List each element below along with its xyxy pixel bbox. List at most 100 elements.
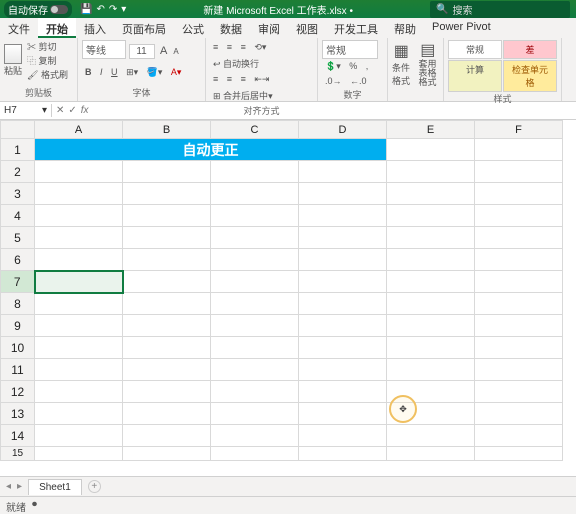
paste-icon bbox=[4, 44, 22, 64]
align-right-icon[interactable]: ≡ bbox=[238, 72, 249, 86]
row-header-9[interactable]: 9 bbox=[1, 315, 35, 337]
row-header-7[interactable]: 7 bbox=[1, 271, 35, 293]
dec-decimal-icon[interactable]: ←.0 bbox=[347, 74, 370, 88]
cell-reference: H7 bbox=[4, 105, 17, 116]
align-center-icon[interactable]: ≡ bbox=[224, 72, 235, 86]
accounting-icon[interactable]: 💲▾ bbox=[322, 59, 344, 74]
menu-formulas[interactable]: 公式 bbox=[174, 18, 212, 38]
menu-insert[interactable]: 插入 bbox=[76, 18, 114, 38]
col-header-E[interactable]: E bbox=[387, 121, 475, 139]
italic-button[interactable]: I bbox=[97, 65, 106, 79]
increase-font-icon[interactable]: A bbox=[157, 43, 170, 59]
cell-E1[interactable] bbox=[387, 139, 475, 161]
cell-F1[interactable] bbox=[475, 139, 563, 161]
sheet-nav-prev-icon[interactable]: ◂ bbox=[6, 481, 11, 492]
col-header-F[interactable]: F bbox=[475, 121, 563, 139]
conditional-format-button[interactable]: ▦条件格式 bbox=[392, 41, 411, 87]
inc-decimal-icon[interactable]: .0→ bbox=[322, 74, 345, 88]
orientation-icon[interactable]: ⟲▾ bbox=[251, 40, 269, 55]
cut-button[interactable]: ✂ 剪切 bbox=[27, 40, 68, 53]
sheet-tab-sheet1[interactable]: Sheet1 bbox=[28, 479, 82, 495]
wrap-text-button[interactable]: ↩ 自动换行 bbox=[210, 55, 262, 72]
search-box[interactable]: 🔍 搜索 bbox=[430, 1, 570, 18]
row-header-1[interactable]: 1 bbox=[1, 139, 35, 161]
row-header-10[interactable]: 10 bbox=[1, 337, 35, 359]
row-header-5[interactable]: 5 bbox=[1, 227, 35, 249]
menu-layout[interactable]: 页面布局 bbox=[114, 18, 174, 38]
row-header-6[interactable]: 6 bbox=[1, 249, 35, 271]
fill-color-button[interactable]: 🪣▾ bbox=[144, 65, 166, 80]
undo-icon[interactable]: ↶ bbox=[96, 4, 104, 15]
percent-icon[interactable]: % bbox=[346, 59, 360, 73]
align-middle-icon[interactable]: ≡ bbox=[224, 40, 235, 54]
cancel-icon[interactable]: ✕ bbox=[56, 105, 64, 116]
worksheet-grid[interactable]: A B C D E F 1 自动更正 2 3 4 5 6 7 8 9 10 11… bbox=[0, 120, 576, 476]
row-header-13[interactable]: 13 bbox=[1, 403, 35, 425]
style-normal[interactable]: 常规 bbox=[448, 40, 502, 59]
style-check[interactable]: 检查单元格 bbox=[503, 60, 557, 92]
row-header-8[interactable]: 8 bbox=[1, 293, 35, 315]
cell-A1-D1-merged[interactable]: 自动更正 bbox=[35, 139, 387, 161]
clipboard-label: 剪贴板 bbox=[4, 86, 73, 99]
align-top-icon[interactable]: ≡ bbox=[210, 40, 221, 54]
enter-icon[interactable]: ✓ bbox=[68, 105, 76, 116]
active-cell[interactable] bbox=[35, 271, 123, 293]
fx-icon[interactable]: fx bbox=[81, 105, 89, 116]
group-font: 等线 11 AA B I U ⊞▾ 🪣▾ A▾ 字体 bbox=[78, 38, 206, 101]
row-header-3[interactable]: 3 bbox=[1, 183, 35, 205]
decrease-font-icon[interactable]: A bbox=[170, 45, 181, 58]
col-header-B[interactable]: B bbox=[123, 121, 211, 139]
sheet-nav-next-icon[interactable]: ▸ bbox=[17, 481, 22, 492]
add-sheet-button[interactable]: + bbox=[88, 480, 101, 493]
copy-button[interactable]: ⿻ 复制 bbox=[27, 54, 68, 67]
col-header-D[interactable]: D bbox=[299, 121, 387, 139]
font-label: 字体 bbox=[82, 86, 201, 99]
comma-icon[interactable]: , bbox=[363, 59, 372, 73]
format-painter-button[interactable]: 🖌 格式刷 bbox=[27, 68, 68, 81]
font-name-combo[interactable]: 等线 bbox=[82, 40, 126, 59]
namebox-dropdown-icon[interactable]: ▾ bbox=[42, 105, 47, 116]
status-bar: 就绪 ⏺ bbox=[0, 496, 576, 514]
menu-review[interactable]: 审阅 bbox=[250, 18, 288, 38]
row-header-14[interactable]: 14 bbox=[1, 425, 35, 447]
autosave-toggle[interactable]: 自动保存 bbox=[4, 1, 72, 18]
underline-button[interactable]: U bbox=[108, 65, 121, 79]
align-left-icon[interactable]: ≡ bbox=[210, 72, 221, 86]
menu-file[interactable]: 文件 bbox=[0, 18, 38, 38]
col-header-A[interactable]: A bbox=[35, 121, 123, 139]
autosave-switch[interactable] bbox=[50, 5, 68, 14]
merge-button[interactable]: ⊞ 合并后居中▾ bbox=[210, 87, 276, 104]
menu-data[interactable]: 数据 bbox=[212, 18, 250, 38]
indent-icon[interactable]: ⇤⇥ bbox=[251, 72, 272, 87]
row-header-11[interactable]: 11 bbox=[1, 359, 35, 381]
menu-help[interactable]: 帮助 bbox=[386, 18, 424, 38]
col-header-C[interactable]: C bbox=[211, 121, 299, 139]
row-header-4[interactable]: 4 bbox=[1, 205, 35, 227]
quick-access-toolbar: 💾 ↶ ↷ ▾ bbox=[80, 4, 126, 15]
menu-view[interactable]: 视图 bbox=[288, 18, 326, 38]
menu-pivot[interactable]: Power Pivot bbox=[424, 18, 499, 38]
font-color-button[interactable]: A▾ bbox=[168, 65, 185, 80]
menu-home[interactable]: 开始 bbox=[38, 18, 76, 38]
macro-record-icon[interactable]: ⏺ bbox=[32, 499, 37, 512]
group-cond-format: ▦条件格式 ▤套用 表格格式 bbox=[388, 38, 444, 101]
style-bad[interactable]: 差 bbox=[503, 40, 557, 59]
cursor-highlight bbox=[389, 395, 417, 423]
align-bottom-icon[interactable]: ≡ bbox=[238, 40, 249, 54]
redo-icon[interactable]: ↷ bbox=[109, 4, 117, 15]
paste-button[interactable]: 粘贴 bbox=[4, 44, 22, 77]
row-header-15[interactable]: 15 bbox=[1, 447, 35, 461]
font-size-combo[interactable]: 11 bbox=[129, 44, 155, 59]
format-as-table-button[interactable]: ▤套用 表格格式 bbox=[419, 40, 438, 87]
save-icon[interactable]: 💾 bbox=[80, 4, 92, 15]
row-header-2[interactable]: 2 bbox=[1, 161, 35, 183]
formula-input[interactable] bbox=[93, 110, 576, 112]
number-format-combo[interactable]: 常规 bbox=[322, 40, 378, 59]
menu-dev[interactable]: 开发工具 bbox=[326, 18, 386, 38]
name-box[interactable]: H7 ▾ bbox=[0, 104, 52, 117]
row-header-12[interactable]: 12 bbox=[1, 381, 35, 403]
bold-button[interactable]: B bbox=[82, 65, 95, 79]
select-all-corner[interactable] bbox=[1, 121, 35, 139]
border-button[interactable]: ⊞▾ bbox=[123, 65, 141, 80]
style-calc[interactable]: 计算 bbox=[448, 60, 502, 92]
